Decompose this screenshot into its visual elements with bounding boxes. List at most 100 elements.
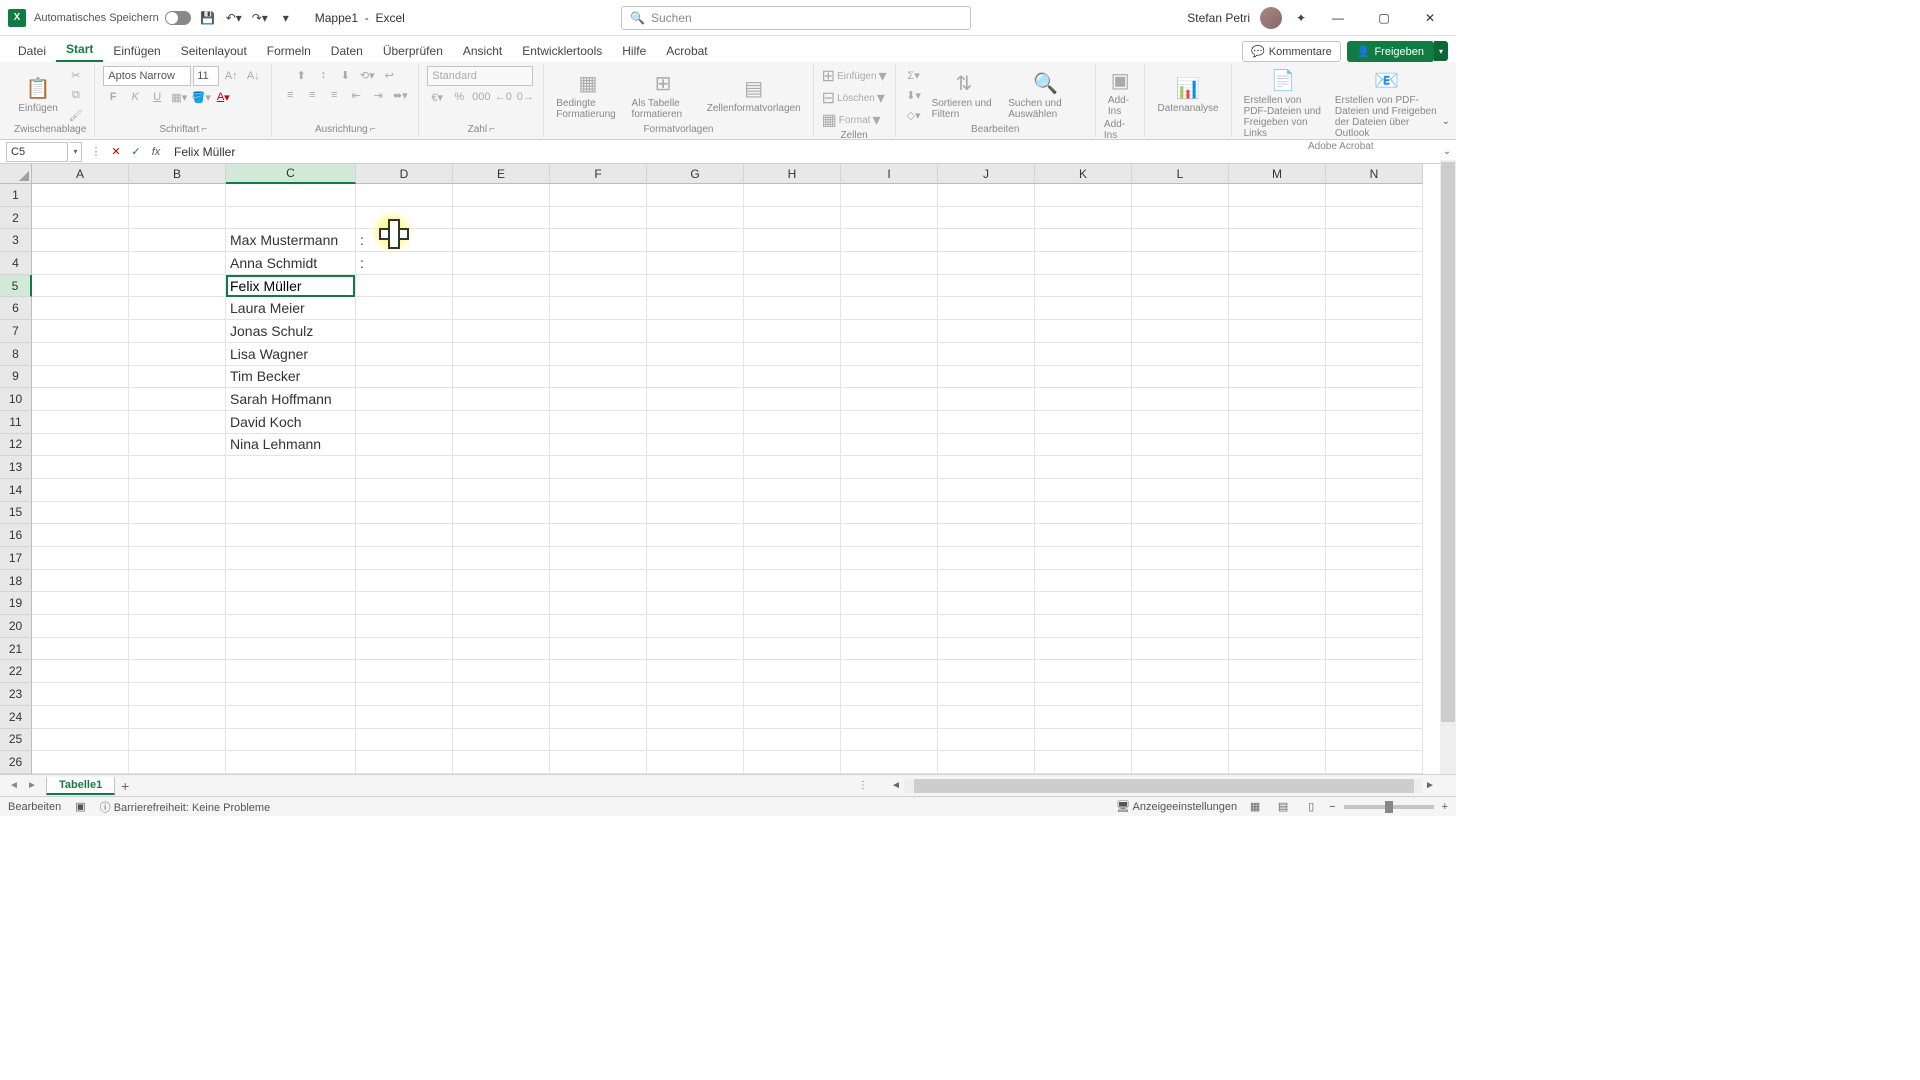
cell[interactable] [841,411,938,434]
cell[interactable] [1229,229,1326,252]
cell[interactable] [938,479,1035,502]
cell[interactable] [744,207,841,230]
cell[interactable] [1132,297,1229,320]
cell[interactable] [356,502,453,525]
cell[interactable] [647,683,744,706]
cell[interactable]: Anna Schmidt [226,252,356,275]
cell[interactable] [1132,252,1229,275]
cell[interactable] [841,502,938,525]
format-painter-icon[interactable]: 🖌 [66,106,86,124]
tab-daten[interactable]: Daten [321,40,373,62]
cell[interactable] [744,434,841,457]
cell[interactable] [356,683,453,706]
cell[interactable] [226,660,356,683]
zoom-in-icon[interactable]: + [1442,801,1448,813]
row-header[interactable]: 21 [0,638,32,661]
cell[interactable] [550,343,647,366]
cell[interactable] [356,615,453,638]
cell[interactable] [32,479,129,502]
cell[interactable] [744,252,841,275]
cell[interactable]: David Koch [226,411,356,434]
cell[interactable] [841,456,938,479]
cell[interactable] [550,366,647,389]
cell[interactable] [1326,638,1423,661]
cell[interactable] [1326,184,1423,207]
cell[interactable] [1035,547,1132,570]
cell[interactable] [1326,207,1423,230]
number-format-dropdown[interactable]: Standard [427,66,533,86]
cell[interactable] [1132,229,1229,252]
cell[interactable]: Max Mustermann [226,229,356,252]
cell[interactable] [1326,502,1423,525]
tab-hilfe[interactable]: Hilfe [612,40,656,62]
vertical-scroll-thumb[interactable] [1441,162,1455,722]
cell[interactable] [841,229,938,252]
cell[interactable] [356,524,453,547]
cell[interactable] [129,434,226,457]
cell[interactable] [550,706,647,729]
avatar[interactable] [1260,7,1282,29]
sheet-tab-tabelle1[interactable]: Tabelle1 [46,777,115,795]
autosave-toggle[interactable] [165,11,191,25]
zoom-out-icon[interactable]: − [1329,801,1335,813]
cell[interactable] [744,683,841,706]
row-header[interactable]: 18 [0,570,32,593]
cell[interactable] [1035,502,1132,525]
cell[interactable] [356,638,453,661]
cell[interactable] [32,660,129,683]
cell[interactable] [356,592,453,615]
cell[interactable] [1229,252,1326,275]
close-button[interactable]: ✕ [1412,4,1448,32]
cell[interactable] [453,297,550,320]
fill-icon[interactable]: ⬇▾ [904,86,924,104]
cell[interactable] [1229,524,1326,547]
cell[interactable] [1326,592,1423,615]
cell[interactable] [841,706,938,729]
cell[interactable] [550,297,647,320]
cell[interactable] [226,751,356,774]
cell[interactable] [453,479,550,502]
cell[interactable] [744,524,841,547]
cell[interactable] [129,297,226,320]
cell[interactable] [129,706,226,729]
cell[interactable] [550,547,647,570]
tab-ansicht[interactable]: Ansicht [453,40,512,62]
cell[interactable] [938,297,1035,320]
cell[interactable] [453,502,550,525]
cell[interactable] [1326,275,1423,298]
cell[interactable] [1132,592,1229,615]
cell[interactable] [129,275,226,298]
cell[interactable] [453,320,550,343]
cell[interactable] [1229,683,1326,706]
align-top-icon[interactable]: ⬆ [291,66,311,84]
increase-decimal-icon[interactable]: ←0 [493,88,513,106]
formula-input[interactable]: Felix Müller [170,145,1438,159]
conditional-formatting-button[interactable]: ▦Bedingte Formatierung [552,69,623,122]
cell[interactable] [1326,524,1423,547]
cell[interactable] [32,252,129,275]
cell[interactable] [647,320,744,343]
cell[interactable] [1035,706,1132,729]
sheet-nav-next-icon[interactable]: ► [24,778,40,794]
cell[interactable] [32,275,129,298]
cut-icon[interactable]: ✂ [66,66,86,84]
cell[interactable] [129,592,226,615]
hscroll-right-icon[interactable]: ► [1422,778,1438,794]
row-header[interactable]: 20 [0,615,32,638]
cell[interactable] [744,547,841,570]
font-color-icon[interactable]: A▾ [213,88,233,106]
cell[interactable] [1326,388,1423,411]
find-select-button[interactable]: 🔍Suchen und Auswählen [1004,69,1087,122]
cell[interactable] [841,751,938,774]
cell[interactable] [356,366,453,389]
cell[interactable] [938,411,1035,434]
sort-filter-button[interactable]: ⇅Sortieren und Filtern [928,69,1001,122]
name-box-dropdown[interactable]: ▾ [70,142,82,162]
cell[interactable] [453,252,550,275]
addins-button[interactable]: ▣Add-Ins [1104,66,1137,119]
cell[interactable] [647,751,744,774]
cell[interactable] [938,729,1035,752]
row-header[interactable]: 3 [0,229,32,252]
cell[interactable] [453,229,550,252]
cell[interactable] [32,207,129,230]
